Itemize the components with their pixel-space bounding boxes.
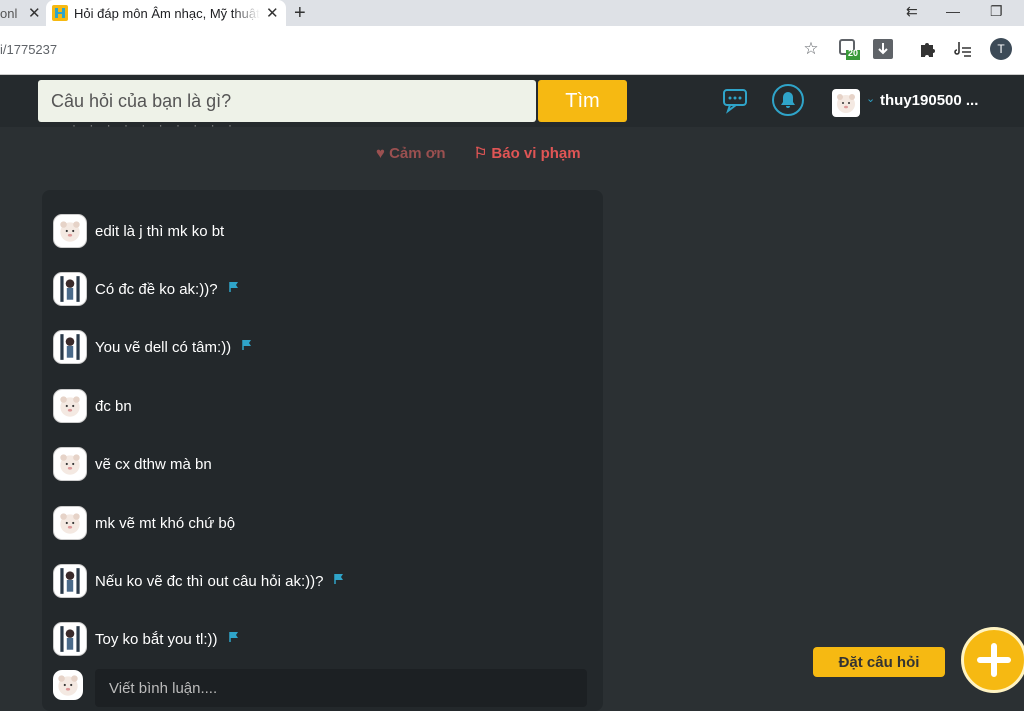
chevron-down-icon[interactable]: ⌄ (866, 92, 875, 105)
thank-label: Cảm ơn (389, 145, 446, 162)
report-flag-icon[interactable] (228, 280, 240, 298)
new-tab-button[interactable]: + (294, 2, 306, 25)
comment-item: vẽ cx dthw mà bn (53, 447, 212, 481)
commenter-avatar[interactable] (53, 506, 87, 540)
commenter-avatar[interactable] (53, 564, 87, 598)
tab-search-icon[interactable]: ⇇ (906, 3, 918, 20)
plus-icon (977, 643, 1011, 677)
commenter-avatar[interactable] (53, 272, 87, 306)
commenter-avatar[interactable] (53, 447, 87, 481)
post-actions: ♥ Cảm ơn ⚐ Báo vi phạm (376, 144, 581, 162)
commenter-avatar[interactable] (53, 389, 87, 423)
chat-icon[interactable] (722, 88, 750, 119)
my-avatar (53, 670, 83, 700)
browser-tab-1[interactable]: onl ✕ (0, 0, 44, 26)
commenter-avatar[interactable] (53, 622, 87, 656)
comment-text: đc bn (95, 397, 132, 415)
comment-item: Toy ko bắt you tl:)) (53, 622, 240, 656)
restore-icon[interactable]: ❐ (990, 3, 1003, 20)
comment-text: vẽ cx dthw mà bn (95, 455, 212, 473)
user-avatar[interactable] (832, 89, 860, 117)
ask-question-plus-button[interactable] (961, 627, 1024, 693)
comment-text: Có đc đề ko ak:))? (95, 280, 218, 298)
report-flag-icon[interactable] (241, 338, 253, 356)
comment-item: đc bn (53, 389, 132, 423)
report-flag-icon[interactable] (228, 630, 240, 648)
comment-text: Nếu ko vẽ đc thì out câu hỏi ak:))? (95, 572, 324, 590)
site-favicon-icon (52, 5, 68, 21)
comment-text: edit là j thì mk ko bt (95, 222, 225, 240)
search-button[interactable]: Tìm (538, 80, 627, 122)
minimize-icon[interactable]: — (946, 3, 960, 19)
comment-item: edit là j thì mk ko bt (53, 214, 224, 248)
tab-title: onl (0, 5, 18, 21)
extensions-puzzle-icon[interactable] (916, 38, 938, 60)
heart-icon: ♥ (376, 145, 385, 162)
report-button[interactable]: ⚐ Báo vi phạm (474, 145, 581, 162)
report-flag-icon[interactable] (333, 572, 345, 590)
url-text[interactable]: i/1775237 (0, 42, 57, 57)
star-icon[interactable]: ☆ (800, 38, 822, 60)
extension-badge-icon[interactable]: 20 (838, 38, 860, 60)
comment-item: You vẽ dell có tâm:)) (53, 330, 253, 364)
tab-title: Hỏi đáp môn Âm nhạc, Mỹ thuật (74, 5, 260, 21)
close-tab-icon[interactable]: ✕ (28, 4, 41, 22)
comment-text: mk vẽ mt khó chứ bộ (95, 514, 236, 532)
commenter-avatar[interactable] (53, 214, 87, 248)
extension-badge-count: 20 (848, 48, 859, 58)
download-icon[interactable] (872, 38, 894, 60)
close-tab-icon[interactable]: ✕ (266, 4, 279, 22)
comment-item: Nếu ko vẽ đc thì out câu hỏi ak:))? (53, 564, 345, 598)
comment-input[interactable] (95, 669, 587, 707)
browser-tab-2[interactable]: Hỏi đáp môn Âm nhạc, Mỹ thuật ✕ (46, 0, 286, 26)
comment-text: You vẽ dell có tâm:)) (95, 338, 232, 356)
flag-icon: ⚐ (473, 145, 488, 162)
comment-item: mk vẽ mt khó chứ bộ (53, 506, 235, 540)
address-bar (0, 26, 1024, 75)
reading-list-icon[interactable] (952, 38, 974, 60)
report-label: Báo vi phạm (491, 145, 581, 162)
comment-text: Toy ko bắt you tl:)) (95, 630, 218, 648)
dotted-divider: · · · · · · · · · · (72, 118, 237, 132)
username[interactable]: thuy190500 ... (880, 92, 978, 109)
thank-button[interactable]: ♥ Cảm ơn (376, 145, 450, 162)
ask-question-label[interactable]: Đặt câu hỏi (813, 647, 945, 677)
commenter-avatar[interactable] (53, 330, 87, 364)
comment-item: Có đc đề ko ak:))? (53, 272, 240, 306)
profile-avatar[interactable]: T (990, 38, 1012, 60)
search-input[interactable] (38, 80, 536, 122)
notification-bell-icon[interactable] (772, 84, 804, 116)
